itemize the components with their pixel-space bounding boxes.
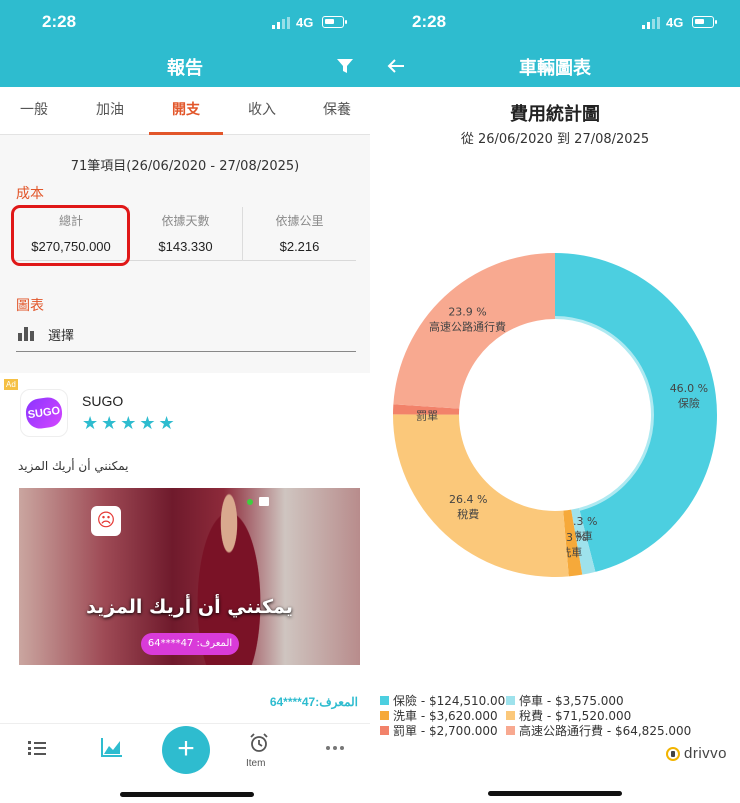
app-bar: 車輛圖表	[370, 45, 740, 87]
legend-swatch-0	[380, 696, 389, 705]
legend-swatch-2	[380, 711, 389, 720]
status-bar: 2:28 4G	[0, 0, 370, 45]
alarm-clock-icon[interactable]	[249, 733, 269, 753]
status-time: 2:28	[412, 12, 447, 31]
chart-select-dropdown[interactable]: 選擇	[16, 316, 356, 352]
expense-donut-chart[interactable]: 46.0 %保險1.3 %停車1.3 %洗車26.4 %稅費1.0 %罰單23.…	[370, 230, 740, 600]
donut-hole	[468, 328, 642, 502]
drivvo-logo: drivvo	[666, 745, 736, 765]
ad-app-logo[interactable]: SUGO	[20, 389, 68, 437]
tab-fuel[interactable]: 加油	[80, 87, 140, 135]
drivvo-logo-text: drivvo	[684, 745, 728, 762]
network-label: 4G	[666, 15, 684, 30]
stat-per-km: 依據公里 $2.216	[242, 207, 356, 261]
chart-icon[interactable]	[101, 737, 123, 757]
legend-row: 罰單 - $2,700.000 高速公路通行費 - $64,825.000	[380, 722, 740, 739]
report-screen: 2:28 4G 報告 一般 加油 開支 收入 保養 71筆項目(26/06/20…	[0, 0, 370, 803]
network-label: 4G	[296, 15, 314, 30]
chart-title: 費用統計圖	[510, 104, 600, 125]
battery-icon	[322, 16, 347, 28]
live-camera-icon	[247, 496, 275, 508]
list-icon[interactable]	[28, 741, 46, 755]
items-range: 71筆項目(26/06/2020 - 27/08/2025)	[70, 159, 300, 174]
cost-section-label: 成本	[16, 186, 44, 202]
legend-label-5: 高速公路通行費 - $64,825.000	[519, 724, 692, 738]
slice-percent-label-5: 23.9 %	[448, 306, 486, 319]
report-content: 71筆項目(26/06/2020 - 27/08/2025) 成本 總計 $27…	[0, 135, 370, 723]
slice-category-label-4: 罰單	[416, 410, 438, 423]
ad-footer-text: المعرف:47****64	[269, 695, 358, 709]
add-button[interactable]: +	[162, 726, 210, 774]
legend-item-4[interactable]: 罰單 - $2,700.000	[380, 722, 498, 739]
slice-category-label-3: 稅費	[457, 507, 479, 521]
ad-badge: Ad	[4, 379, 18, 390]
tab-bar: 一般 加油 開支 收入 保養	[0, 87, 370, 135]
legend-row: 保險 - $124,510.000 停車 - $3,575.000	[380, 692, 740, 708]
legend-item-5[interactable]: 高速公路通行費 - $64,825.000	[506, 722, 691, 739]
ad-logo-text: SUGO	[24, 395, 64, 431]
app-bar: 報告	[0, 45, 370, 87]
stat-per-km-label: 依據公里	[275, 214, 324, 228]
legend-swatch-3	[506, 711, 515, 720]
ad-overlay-text: يمكنني أن أريك المزيد	[86, 596, 293, 618]
signal-icon	[272, 17, 290, 29]
page-title: 車輛圖表	[519, 58, 591, 79]
total-highlight-box	[11, 205, 130, 266]
battery-icon	[692, 16, 717, 28]
chart-select-text: 選擇	[48, 329, 75, 344]
nav-item-label[interactable]: Item	[246, 758, 265, 769]
ad-banner[interactable]: Ad SUGO SUGO ★★★★★ يمكنني أن أريك المزيد…	[0, 373, 370, 723]
slice-category-label-0: 保險	[678, 396, 700, 410]
legend-swatch-5	[506, 726, 515, 735]
legend-label-4: 罰單 - $2,700.000	[393, 724, 498, 738]
slice-percent-label-3: 26.4 %	[449, 493, 487, 506]
drivvo-logo-icon	[666, 747, 680, 761]
stat-per-day: 依據天數 $143.330	[128, 207, 242, 261]
slice-category-label-5: 高速公路通行費	[429, 320, 506, 334]
status-bar: 2:28 4G	[370, 0, 740, 45]
more-icon[interactable]	[326, 746, 344, 750]
stat-per-km-value: $2.216	[279, 239, 320, 254]
ad-id-pill: المعرف: 47****64	[141, 633, 239, 655]
ad-image[interactable]: ☹ يمكنني أن أريك المزيد المعرف: 47****64	[19, 488, 360, 665]
legend-label-2: 洗車 - $3,620.000	[393, 709, 498, 723]
charts-section-label: 圖表	[16, 298, 44, 314]
status-time: 2:28	[42, 12, 77, 31]
slice-percent-label-0: 46.0 %	[670, 382, 708, 395]
tab-expenses[interactable]: 開支	[149, 87, 223, 135]
home-indicator	[120, 792, 254, 797]
signal-icon	[642, 17, 660, 29]
chart-subtitle: 從 26/06/2020 到 27/08/2025	[460, 132, 650, 147]
legend-swatch-4	[380, 726, 389, 735]
legend-label-0: 保險 - $124,510.000	[393, 694, 513, 708]
bar-chart-icon	[18, 327, 34, 341]
ad-description: يمكنني أن أريك المزيد	[18, 459, 129, 473]
vehicle-chart-screen: 2:28 4G 車輛圖表 費用統計圖 從 26/06/2020 到 27/08/…	[370, 0, 740, 803]
tab-maintenance[interactable]: 保養	[307, 87, 367, 135]
stat-per-day-label: 依據天數	[161, 214, 210, 228]
legend-row: 洗車 - $3,620.000 稅費 - $71,520.000	[380, 707, 740, 723]
page-title: 報告	[167, 58, 203, 79]
legend-label-1: 停車 - $3,575.000	[519, 694, 624, 708]
legend-label-3: 稅費 - $71,520.000	[519, 709, 632, 723]
ad-rating-stars: ★★★★★	[82, 413, 178, 434]
tab-income[interactable]: 收入	[232, 87, 292, 135]
tab-general[interactable]: 一般	[4, 87, 64, 135]
angry-face-icon: ☹	[91, 506, 121, 536]
chart-legend: 保險 - $124,510.000 停車 - $3,575.000 洗車 - $3,…	[380, 692, 740, 739]
filter-icon[interactable]	[336, 57, 354, 75]
ad-app-name[interactable]: SUGO	[82, 393, 123, 409]
home-indicator	[488, 791, 622, 796]
legend-swatch-1	[506, 696, 515, 705]
stat-per-day-value: $143.330	[158, 239, 213, 254]
bottom-navigation: + Item	[0, 723, 370, 803]
